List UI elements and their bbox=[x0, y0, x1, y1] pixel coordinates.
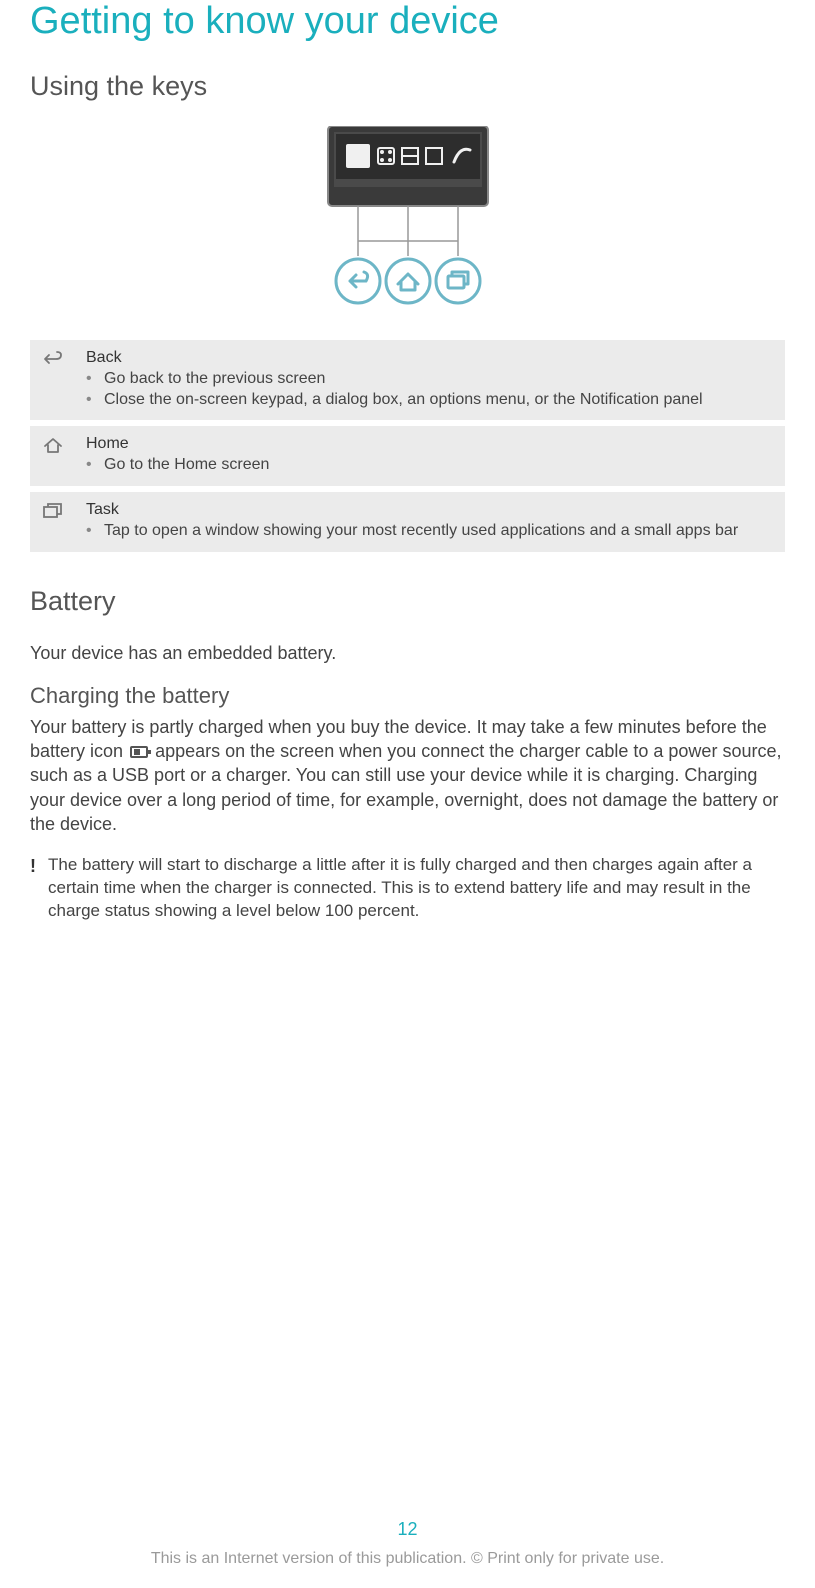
key-bullet: Tap to open a window showing your most r… bbox=[86, 521, 738, 542]
key-name: Task bbox=[86, 500, 738, 521]
back-icon bbox=[42, 348, 64, 373]
key-bullet: Go to the Home screen bbox=[86, 455, 269, 476]
device-keys-figure bbox=[30, 126, 785, 316]
battery-icon bbox=[130, 746, 148, 758]
task-icon bbox=[42, 500, 64, 525]
key-bullet: Close the on-screen keypad, a dialog box… bbox=[86, 390, 703, 411]
key-row-back: Back Go back to the previous screen Clos… bbox=[30, 340, 785, 420]
section-using-keys: Using the keys bbox=[30, 71, 785, 102]
section-battery: Battery bbox=[30, 586, 785, 617]
page-title: Getting to know your device bbox=[30, 0, 785, 43]
key-name: Back bbox=[86, 348, 703, 369]
device-illustration bbox=[298, 126, 518, 316]
charging-text: Your battery is partly charged when you … bbox=[30, 715, 785, 836]
note-row: ! The battery will start to discharge a … bbox=[30, 854, 785, 923]
key-name: Home bbox=[86, 434, 269, 455]
home-icon bbox=[42, 434, 64, 459]
note-text: The battery will start to discharge a li… bbox=[48, 854, 785, 923]
key-row-task: Task Tap to open a window showing your m… bbox=[30, 492, 785, 552]
section-charging: Charging the battery bbox=[30, 683, 785, 709]
important-icon: ! bbox=[30, 854, 36, 877]
battery-intro: Your device has an embedded battery. bbox=[30, 641, 785, 665]
key-row-home: Home Go to the Home screen bbox=[30, 426, 785, 486]
page-number: 12 bbox=[0, 1519, 815, 1540]
key-bullet: Go back to the previous screen bbox=[86, 369, 703, 390]
footer-note: This is an Internet version of this publ… bbox=[0, 1550, 815, 1568]
